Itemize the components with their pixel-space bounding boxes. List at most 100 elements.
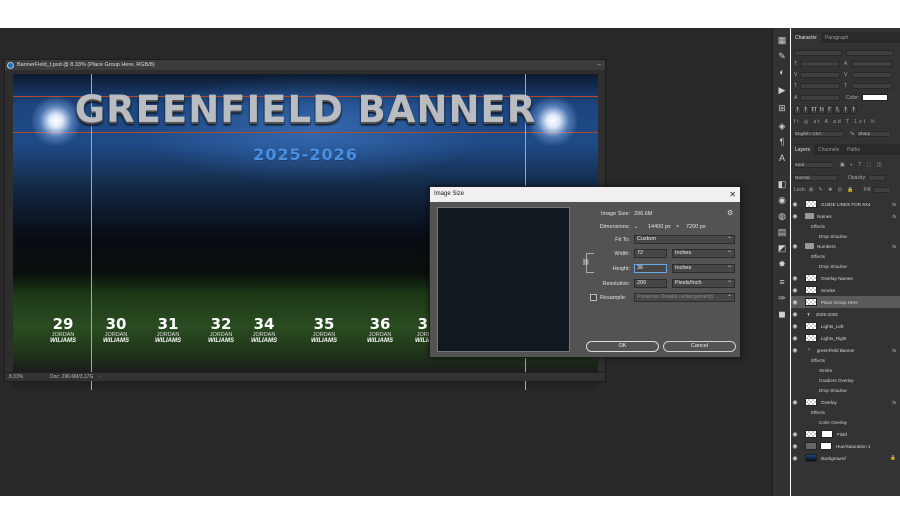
layer-row[interactable]: ◉ Lights_Right <box>791 332 900 344</box>
chevron-right-icon[interactable]: › <box>99 374 101 380</box>
layer-row[interactable]: ◉ Lights_Left <box>791 320 900 332</box>
tab-character[interactable]: Character <box>791 33 821 43</box>
eye-icon[interactable]: ◉ <box>791 275 799 282</box>
paragraph-icon[interactable]: A <box>776 152 788 164</box>
resample-checkbox[interactable] <box>590 294 597 301</box>
leading-field[interactable] <box>852 60 892 67</box>
opentype-icons[interactable]: fi ◎ st A ad T 1st ½ <box>794 119 877 125</box>
all-caps-button[interactable]: TT <box>810 107 817 114</box>
fit-to-select[interactable]: Custom <box>634 234 735 244</box>
eye-icon[interactable]: ◉ <box>791 299 799 306</box>
text-icon[interactable]: ¶ <box>776 136 788 148</box>
layer-row[interactable]: ◉ Smoke <box>791 284 900 296</box>
zoom-level[interactable]: 8.33% <box>5 374 40 380</box>
strikethrough-button[interactable]: T <box>850 107 857 114</box>
layer-row-selected[interactable]: ◉ Place Group Here <box>791 296 900 308</box>
properties-icon[interactable]: ≡ <box>776 276 788 288</box>
kind-filter-select[interactable]: Kind <box>794 161 834 168</box>
layer-row[interactable]: ◉ Overlay Names <box>791 272 900 284</box>
paths-icon[interactable]: ◍ <box>776 210 788 222</box>
swatch-icon[interactable]: ▤ <box>776 226 788 238</box>
effect-row[interactable]: Color Overlay <box>791 416 900 428</box>
fx-icon[interactable]: fx <box>892 214 896 219</box>
eye-icon[interactable]: ◉ <box>791 323 799 330</box>
gradient-icon[interactable]: ◩ <box>776 242 788 254</box>
underline-button[interactable]: T <box>842 107 849 114</box>
stop-icon[interactable]: ◼ <box>776 308 788 320</box>
fx-icon[interactable]: fx <box>892 244 896 249</box>
height-field[interactable]: 36 <box>634 264 667 273</box>
eye-icon[interactable]: ◉ <box>791 399 799 406</box>
adjust-icon[interactable]: ◐ <box>776 66 788 78</box>
width-field[interactable]: 72 <box>634 249 667 258</box>
superscript-button[interactable]: T' <box>826 107 833 114</box>
small-caps-button[interactable]: Tt <box>818 107 825 114</box>
eye-icon[interactable]: ◉ <box>791 443 799 450</box>
history-icon[interactable]: ▦ <box>776 34 788 46</box>
tab-paths[interactable]: Paths <box>843 145 864 155</box>
cancel-button[interactable]: Cancel <box>663 341 736 352</box>
eye-icon[interactable]: ◉ <box>791 311 799 318</box>
height-unit-select[interactable]: Inches <box>672 263 735 273</box>
resolution-unit-select[interactable]: Pixels/Inch <box>672 278 735 288</box>
dialog-title-bar[interactable]: Image Size ✕ <box>430 187 740 202</box>
tab-channels[interactable]: Channels <box>814 145 843 155</box>
cube-icon[interactable]: ◈ <box>776 120 788 132</box>
faux-italic-button[interactable]: T <box>802 107 809 114</box>
image-preview[interactable] <box>437 207 570 352</box>
antialias-select[interactable]: Sharp <box>857 130 892 137</box>
kerning-field[interactable] <box>800 71 840 78</box>
eye-icon[interactable]: ◉ <box>791 347 799 354</box>
fx-icon[interactable]: fx <box>892 400 896 405</box>
eye-icon[interactable]: ◉ <box>791 243 799 250</box>
close-icon[interactable]: ✕ <box>729 187 736 202</box>
fx-icon[interactable]: fx <box>892 202 896 207</box>
tab-paragraph[interactable]: Paragraph <box>821 33 852 43</box>
ok-button[interactable]: OK <box>586 341 659 352</box>
filter-icons[interactable]: ▣ ◐ T ⬚ ◫ <box>840 162 884 168</box>
layer-row[interactable]: ◉ Field <box>791 428 900 440</box>
fx-icon[interactable]: fx <box>892 348 896 353</box>
document-tab[interactable]: BannerField_t.psd @ 8.33% (Place Group H… <box>5 60 605 70</box>
faux-bold-button[interactable]: T <box>794 107 801 114</box>
color-swatch[interactable] <box>862 94 889 101</box>
layer-row[interactable]: ◉ GUIDE LINES FOR 6X4 fx <box>791 198 900 210</box>
font-family-select[interactable] <box>794 49 842 56</box>
pen-icon[interactable]: ✑ <box>776 292 788 304</box>
layer-name: Effects <box>811 223 825 229</box>
layer-row[interactable]: ◉ Background 🔒 <box>791 452 900 464</box>
subscript-button[interactable]: T, <box>834 107 841 114</box>
eye-icon[interactable]: ◉ <box>791 455 799 462</box>
chevron-down-icon[interactable]: ⌄ <box>634 224 644 230</box>
layer-row[interactable]: ◉ Hue/Saturation 1 <box>791 440 900 452</box>
eye-icon[interactable]: ◉ <box>791 201 799 208</box>
gear-icon[interactable]: ⚙ <box>727 209 733 217</box>
link-icon[interactable]: ⛓ <box>582 259 590 266</box>
eye-icon[interactable]: ◉ <box>791 213 799 220</box>
layer-row[interactable]: ◉ T 2025-2026 <box>791 308 900 320</box>
eye-icon[interactable]: ◉ <box>791 287 799 294</box>
resolution-field[interactable]: 200 <box>634 279 667 288</box>
brush-icon[interactable]: ✎ <box>776 50 788 62</box>
baseline-shift-field[interactable] <box>800 94 840 101</box>
vertical-scale-field[interactable] <box>800 82 840 89</box>
effect-row[interactable]: Drop Shadow <box>791 260 900 272</box>
pattern-icon[interactable]: ✸ <box>776 258 788 270</box>
effect-row[interactable]: Drop Shadow <box>791 384 900 396</box>
minimize-icon[interactable]: – <box>597 61 601 68</box>
eye-icon[interactable]: ◉ <box>791 431 799 438</box>
grid-icon[interactable]: ⊞ <box>776 102 788 114</box>
tab-layers[interactable]: Layers <box>791 145 815 155</box>
eye-icon[interactable]: ◉ <box>791 335 799 342</box>
font-style-select[interactable] <box>846 49 894 56</box>
layers-icon[interactable]: ◧ <box>776 178 788 190</box>
doc-size-info[interactable]: Doc: 296.6M/3.17G <box>50 374 93 380</box>
lock-icon[interactable]: 🔒 <box>890 455 896 461</box>
channels-icon[interactable]: ◉ <box>776 194 788 206</box>
width-unit-select[interactable]: Inches <box>672 248 735 258</box>
font-size-field[interactable] <box>800 60 840 67</box>
actions-icon[interactable]: ▶ <box>776 84 788 96</box>
horizontal-scale-field[interactable] <box>852 82 892 89</box>
language-select[interactable]: English: USA <box>794 130 844 137</box>
tracking-field[interactable] <box>852 71 892 78</box>
